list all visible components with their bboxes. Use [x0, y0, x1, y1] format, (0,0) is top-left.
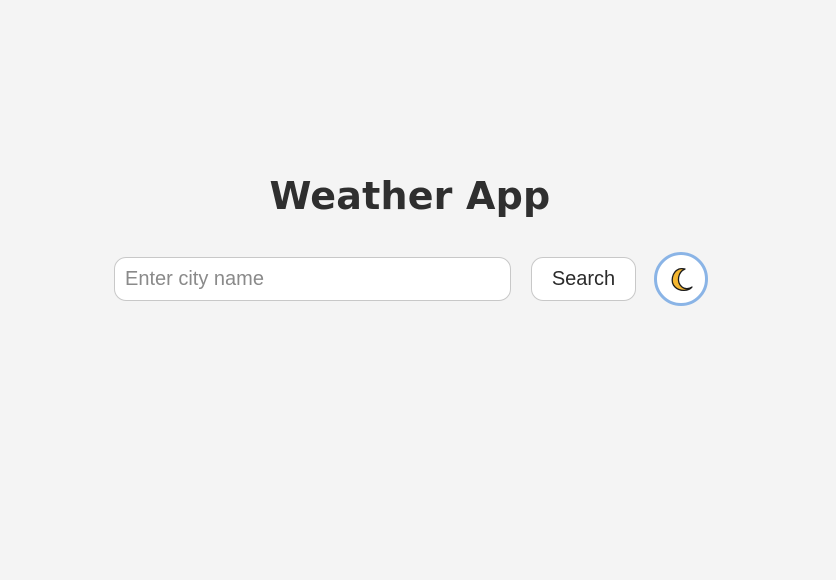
moon-icon	[671, 267, 693, 292]
page-title: Weather App	[269, 174, 551, 218]
city-search-input[interactable]	[114, 257, 511, 301]
weather-app: Weather App Search	[0, 0, 836, 580]
search-button[interactable]: Search	[531, 257, 636, 301]
theme-toggle-button[interactable]	[654, 252, 708, 306]
